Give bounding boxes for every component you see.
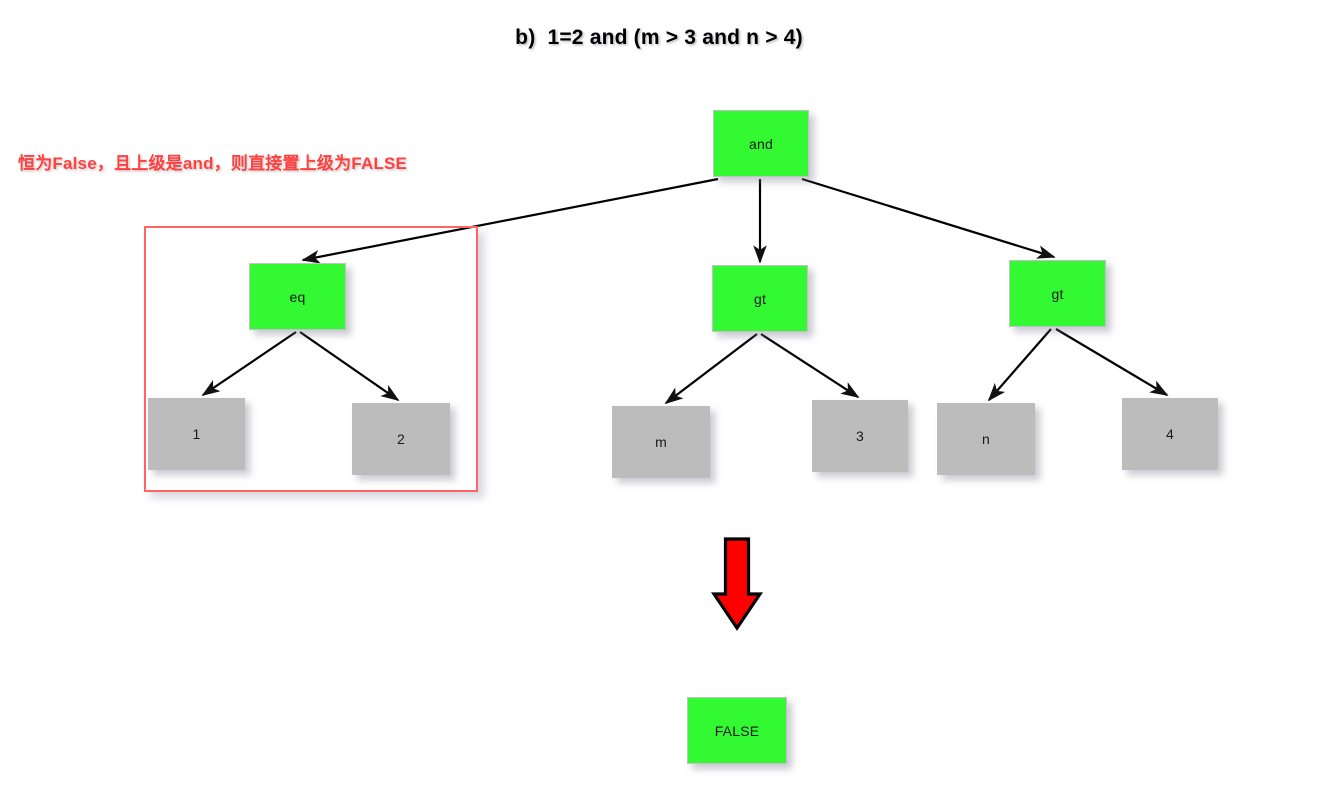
tree-node-label: 3 [856, 428, 864, 444]
tree-node-gt2[interactable]: gt [1009, 260, 1106, 327]
edge-gt1-to-m [664, 333, 758, 405]
tree-node-label: m [655, 434, 667, 450]
tree-node-false[interactable]: FALSE [687, 697, 787, 764]
tree-node-three[interactable]: 3 [812, 400, 908, 472]
annotation-text: 恒为False，且上级是and，则直接置上级为FALSE [18, 154, 408, 173]
transform-arrow-icon [710, 537, 764, 631]
tree-node-label: and [749, 135, 773, 152]
tree-node-label: n [982, 431, 990, 447]
edge-gt2-to-n [987, 328, 1052, 402]
tree-node-label: eq [289, 288, 306, 305]
tree-node-label: gt [1051, 285, 1064, 302]
tree-node-m[interactable]: m [612, 406, 710, 478]
tree-node-label: 1 [192, 426, 201, 442]
tree-node-four[interactable]: 4 [1122, 398, 1218, 470]
tree-node-label: 4 [1166, 426, 1174, 442]
diagram-canvas: b) 1=2 and (m > 3 and n > 4) 恒为False，且上级… [0, 0, 1318, 804]
tree-node-eq[interactable]: eq [249, 263, 346, 330]
tree-node-gt1[interactable]: gt [712, 265, 808, 332]
edge-gt2-to-four [1055, 328, 1169, 396]
tree-node-two[interactable]: 2 [352, 403, 450, 475]
tree-node-and[interactable]: and [713, 110, 809, 177]
diagram-title: b) 1=2 and (m > 3 and n > 4) [515, 26, 803, 49]
tree-node-label: FALSE [714, 722, 760, 739]
tree-node-label: 2 [397, 431, 405, 447]
edge-gt1-to-three [760, 333, 860, 398]
tree-node-one[interactable]: 1 [148, 398, 245, 470]
tree-node-n[interactable]: n [937, 403, 1035, 475]
edge-and-to-gt2 [801, 177, 1056, 259]
tree-node-label: gt [753, 290, 767, 307]
